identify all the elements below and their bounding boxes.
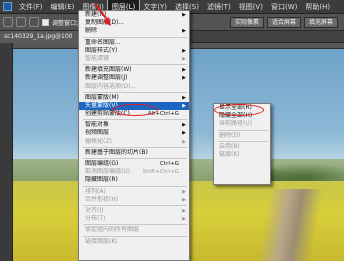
- vector-mask-menu-item-label: 启用(B): [219, 142, 240, 150]
- layer-menu-item-30: 分布(T) ▶: [79, 215, 189, 223]
- submenu-arrow-icon: ▶: [182, 130, 186, 137]
- layer-menu-item-label: 对齐(I): [85, 206, 104, 214]
- menu-separator: [83, 185, 187, 187]
- layer-menu-item-label: 排列(A): [85, 187, 106, 195]
- layer-menu-item-10: 图层内容选项(O)...: [79, 83, 189, 91]
- tools-panel: [0, 43, 13, 261]
- layer-menu-item-29: 对齐(I) ▶: [79, 207, 189, 215]
- submenu-arrow-icon: ▶: [182, 94, 186, 101]
- layer-menu-item-34: 链接图层(K): [79, 238, 189, 246]
- submenu-arrow-icon: ▶: [182, 67, 186, 74]
- layer-menu-item-label: 智能对象: [85, 121, 110, 129]
- layer-menu-item-18: 栅格化(Z) ▶: [79, 138, 189, 146]
- layer-menu-item-label: 重命名图层...: [85, 38, 121, 46]
- zoom-in-icon[interactable]: [16, 17, 26, 27]
- submenu-arrow-icon: ▶: [182, 122, 186, 129]
- annotation-arrow-icon: [94, 3, 111, 26]
- layer-menu-item-26: 排列(A) ▶: [79, 188, 189, 196]
- layer-menu-item-label: 图层编组(G): [85, 160, 119, 167]
- layer-menu-item-label: 视频图层: [85, 129, 110, 137]
- vector-mask-menu-item-label: 删除(D): [219, 131, 241, 139]
- layer-menu-item-label: 链接图层(K): [85, 237, 118, 245]
- submenu-arrow-icon: ▶: [182, 216, 186, 223]
- menu-separator: [83, 91, 187, 93]
- fit-screen-button[interactable]: 适合屏幕: [266, 16, 301, 28]
- menu-separator: [83, 64, 187, 66]
- layer-menu-item-label: 图层样式(Y): [85, 46, 118, 54]
- annotation-circle-show-all: [214, 104, 264, 116]
- layer-menu-item-6: 智能滤镜 ▶: [79, 55, 189, 63]
- layer-menu-item-9[interactable]: 新建调整图层(J) ▶: [79, 74, 189, 82]
- layer-menu-item-12[interactable]: 图层蒙版(M) ▶: [79, 94, 189, 102]
- layer-menu-item-27: 合并形状(H) ▶: [79, 196, 189, 204]
- submenu-arrow-icon: ▶: [182, 188, 186, 195]
- fill-screen-button[interactable]: 填充屏幕: [303, 16, 338, 28]
- submenu-arrow-icon: ▶: [182, 55, 186, 62]
- layer-menu-item-label: 分布(T): [85, 215, 106, 223]
- submenu-arrow-icon: ▶: [182, 102, 186, 109]
- annotation-circle-vector-mask: [112, 104, 158, 116]
- layer-menu-item-label: 锁定组内的所有图层: [85, 226, 140, 234]
- layer-menu-item-label: 智能滤镜: [85, 54, 110, 62]
- menu-file[interactable]: 文件(F): [15, 0, 47, 14]
- vector-mask-menu-item-7: 链接(K): [214, 151, 270, 159]
- menu-filter[interactable]: 滤镜(T): [203, 0, 235, 14]
- menu-separator: [83, 158, 187, 159]
- layer-menu-item-8[interactable]: 新建填充图层(W) ▶: [79, 66, 189, 74]
- submenu-arrow-icon: ▶: [182, 75, 186, 82]
- layer-menu-item-label: 新建调整图层(J): [85, 74, 128, 82]
- layer-menu-item-label: 合并形状(H): [85, 195, 119, 203]
- photoshop-logo-icon: [3, 2, 12, 11]
- layer-menu-item-label: 隐藏图层(R): [85, 176, 118, 184]
- resize-window-checkbox[interactable]: [42, 18, 49, 26]
- layer-menu-item-22[interactable]: 图层编组(G) Ctrl+G: [79, 160, 189, 168]
- layer-menu-item-label: 栅格化(Z): [85, 137, 112, 145]
- layer-menu-item-label: 取消图层编组(U): [85, 168, 131, 176]
- submenu-arrow-icon: ▶: [182, 47, 186, 54]
- menu-separator: [83, 224, 187, 226]
- menu-separator: [83, 119, 187, 121]
- layer-menu-item-17[interactable]: 视频图层 ▶: [79, 129, 189, 137]
- submenu-arrow-icon: ▶: [182, 196, 186, 203]
- submenu-arrow-icon: ▶: [182, 28, 186, 35]
- shortcut-text: Shift+Ctrl+G: [142, 169, 179, 176]
- vector-mask-menu-item-label: 链接(K): [219, 150, 240, 158]
- submenu-arrow-icon: ▶: [182, 207, 186, 214]
- menu-separator: [218, 129, 268, 131]
- layer-menu-item-23: 取消图层编组(U) Shift+Ctrl+G: [79, 168, 189, 176]
- menu-view[interactable]: 视图(V): [235, 0, 267, 14]
- menu-separator: [83, 204, 187, 206]
- layer-menu-item-4[interactable]: 重命名图层...: [79, 39, 189, 47]
- vector-mask-menu-item-label: 当前路径(U): [219, 120, 253, 128]
- menu-separator: [218, 140, 268, 142]
- submenu-arrow-icon: ▶: [182, 12, 186, 18]
- layer-menu-item-label: 新建基于图层的切片(B): [85, 148, 148, 156]
- layer-menu-item-24[interactable]: 隐藏图层(R): [79, 176, 189, 184]
- shortcut-text: Ctrl+G: [160, 161, 179, 167]
- layer-menu-item-label: 图层蒙版(M): [85, 93, 119, 101]
- layer-menu-item-32: 锁定组内的所有图层: [79, 226, 189, 234]
- layer-menu-item-2[interactable]: 删除 ▶: [79, 27, 189, 35]
- actual-pixels-button[interactable]: 实际像素: [229, 16, 264, 28]
- vector-mask-menu-item-4: 删除(D): [214, 132, 270, 140]
- zoom-tool-icon[interactable]: [3, 17, 13, 27]
- layer-menu-item-label: 删除: [85, 27, 98, 35]
- layer-menu-item-20[interactable]: 新建基于图层的切片(B): [79, 149, 189, 157]
- vector-mask-menu-item-2: 当前路径(U): [214, 120, 270, 128]
- zoom-out-icon[interactable]: [29, 17, 39, 27]
- layer-menu-item-5[interactable]: 图层样式(Y) ▶: [79, 47, 189, 55]
- layer-menu-item-label: 新建填充图层(W): [85, 66, 132, 74]
- menu-separator: [83, 146, 187, 148]
- menu-separator: [83, 235, 187, 237]
- menu-window[interactable]: 窗口(W): [267, 0, 301, 14]
- menu-separator: [83, 36, 187, 38]
- layer-menu-item-label: 图层内容选项(O)...: [85, 82, 137, 90]
- layer-menu-item-16[interactable]: 智能对象 ▶: [79, 121, 189, 129]
- submenu-arrow-icon: ▶: [182, 138, 186, 145]
- layer-menu-dropdown: 新建(N)▶复制图层(D)...删除▶重命名图层...图层样式(Y)▶智能滤镜▶…: [78, 10, 190, 261]
- menu-edit[interactable]: 编辑(E): [47, 0, 79, 14]
- menu-help[interactable]: 帮助(H): [301, 0, 334, 14]
- vector-mask-menu-item-6: 启用(B): [214, 143, 270, 151]
- dirt-path-image-area: [243, 189, 344, 261]
